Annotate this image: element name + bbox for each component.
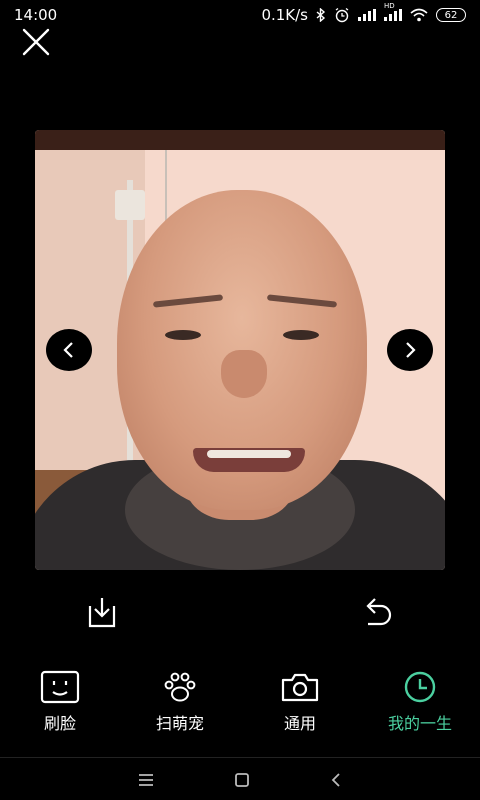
system-navigation-bar — [0, 760, 480, 800]
network-speed: 0.1K/s — [261, 6, 308, 24]
undo-button[interactable] — [358, 592, 398, 632]
next-photo-button[interactable] — [387, 329, 433, 371]
tab-general[interactable]: 通用 — [240, 670, 360, 750]
alarm-icon — [335, 7, 349, 23]
download-button[interactable] — [82, 592, 122, 632]
paw-icon — [164, 672, 196, 702]
clock-icon — [404, 671, 436, 703]
close-button[interactable] — [20, 26, 52, 58]
close-icon — [22, 28, 50, 56]
photo-preview — [35, 130, 445, 570]
prev-photo-button[interactable] — [46, 329, 92, 371]
status-indicators: 0.1K/s HD 62 — [261, 2, 466, 24]
tab-general-label: 通用 — [283, 714, 316, 733]
chevron-left-icon — [63, 342, 73, 358]
hd-label: HD — [384, 2, 395, 10]
home-icon[interactable] — [234, 772, 250, 788]
tab-pet-label: 扫萌宠 — [155, 714, 204, 733]
status-bar: 14:00 0.1K/s HD 62 — [0, 0, 480, 30]
tab-pet[interactable]: 扫萌宠 — [120, 670, 240, 750]
battery-icon: 62 — [436, 8, 466, 22]
signal-icon — [358, 9, 376, 21]
status-time: 14:00 — [14, 6, 58, 24]
menu-icon[interactable] — [138, 773, 154, 787]
camera-icon — [281, 673, 319, 702]
undo-icon — [366, 598, 392, 626]
bottom-tab-bar: 刷脸 扫萌宠 通用 我的一生 — [0, 670, 480, 750]
back-icon[interactable] — [330, 772, 342, 788]
face-scan-icon — [40, 670, 80, 704]
signal-hd-icon: HD — [384, 2, 402, 21]
app-root: 14:00 0.1K/s HD 62 刷脸 扫萌宠 通用 我的一生 — [0, 0, 480, 800]
wifi-icon — [410, 8, 428, 22]
tab-face[interactable]: 刷脸 — [0, 670, 120, 750]
download-icon — [88, 598, 116, 628]
tab-my-life-label: 我的一生 — [387, 714, 452, 733]
tab-face-label: 刷脸 — [43, 714, 76, 733]
chevron-right-icon — [406, 342, 416, 358]
battery-level: 62 — [444, 9, 458, 21]
divider — [0, 757, 480, 758]
tab-my-life[interactable]: 我的一生 — [360, 670, 480, 750]
bluetooth-icon — [316, 8, 326, 22]
